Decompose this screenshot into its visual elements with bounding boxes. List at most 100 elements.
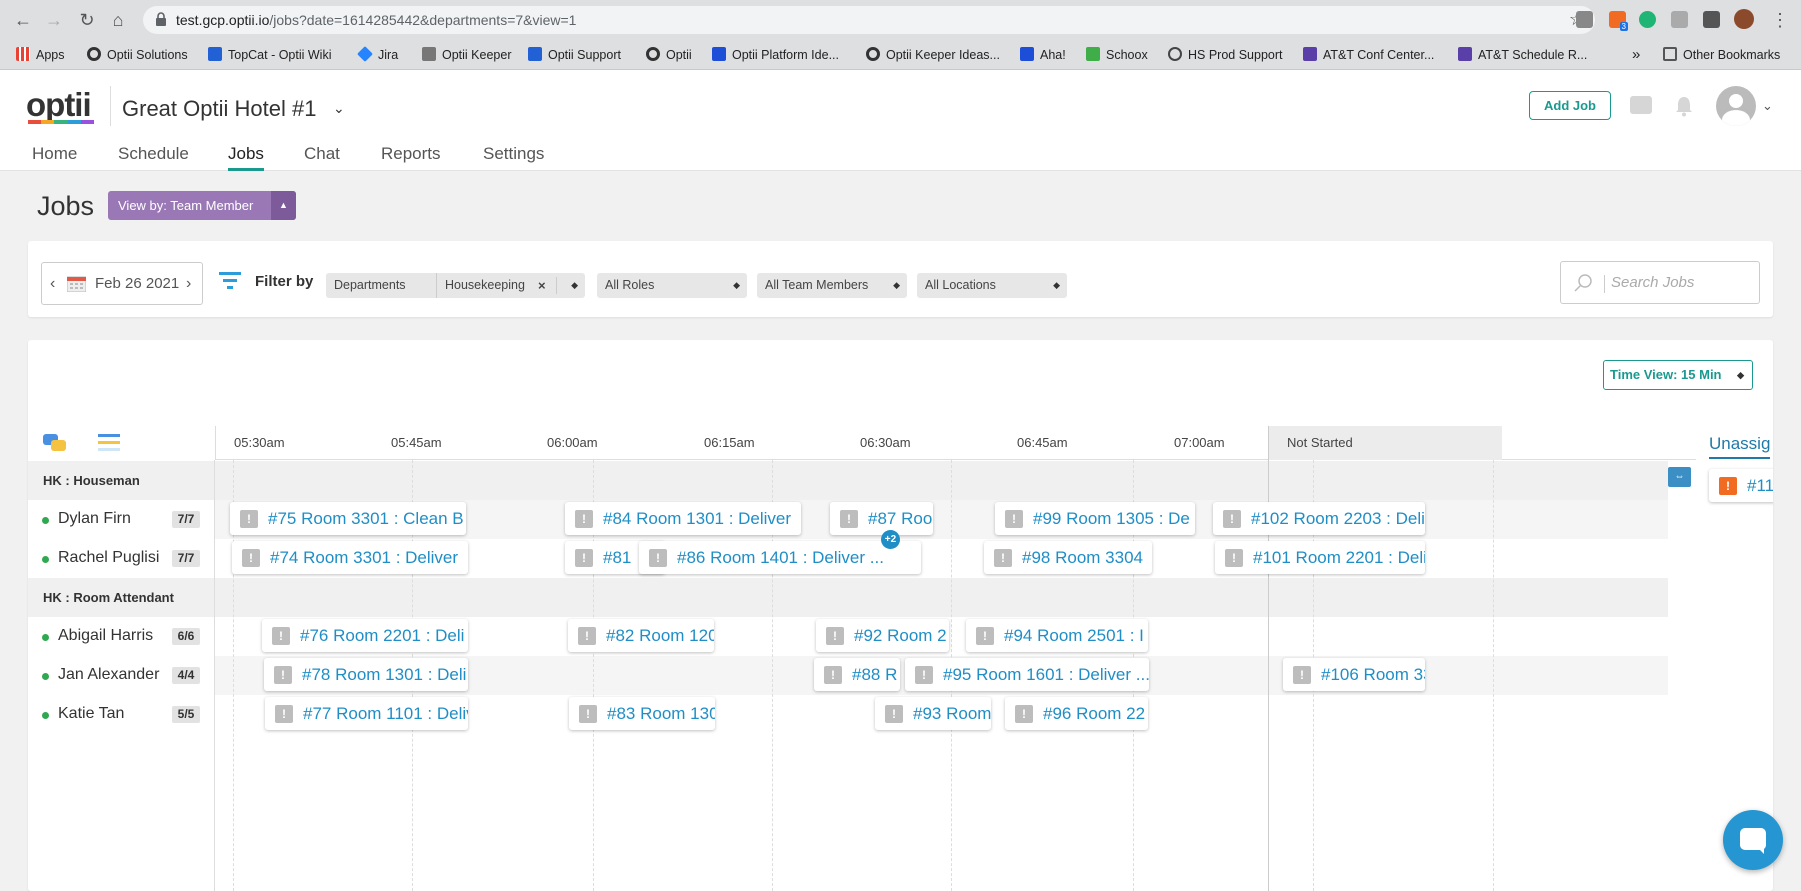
bookmark-jira[interactable]: Jira	[357, 40, 398, 70]
select-caret-icon: ◆	[571, 280, 578, 290]
keeper-icon	[422, 47, 436, 61]
bookmark-optii-keeper[interactable]: Optii Keeper	[422, 40, 511, 70]
member-name[interactable]: Dylan Firn	[58, 510, 131, 528]
job-title: #76 Room 2201 : Deli	[300, 626, 465, 645]
back-icon[interactable]: ←	[11, 8, 35, 32]
departments-select[interactable]: Departments Housekeeping × ◆	[326, 273, 585, 298]
search-input[interactable]	[1611, 262, 1756, 303]
bookmarks-overflow-button[interactable]: »	[1632, 40, 1640, 70]
job-card[interactable]: ! #76 Room 2201 : Deli	[262, 619, 468, 652]
job-card[interactable]: ! #83 Room 130	[569, 697, 715, 730]
filter-icon	[219, 272, 241, 289]
job-card[interactable]: ! #95 Room 1601 : Deliver ...	[905, 658, 1149, 691]
job-card[interactable]: ! #94 Room 2501 : I	[966, 619, 1148, 652]
locations-select[interactable]: All Locations ◆	[917, 273, 1067, 298]
job-card[interactable]: ! #86 Room 1401 : Deliver ...	[639, 541, 921, 574]
tab-jobs[interactable]: Jobs	[228, 144, 264, 171]
chat-icon[interactable]	[1630, 96, 1652, 114]
job-card[interactable]: ! #75 Room 3301 : Clean B	[230, 502, 466, 535]
member-name[interactable]: Katie Tan	[58, 705, 124, 723]
date-picker[interactable]: ‹ Feb 26 2021 ›	[41, 262, 203, 305]
bookmark-apps[interactable]: Apps	[16, 40, 65, 70]
chat-bubbles-icon[interactable]	[43, 434, 67, 452]
job-card[interactable]: ! #106 Room 33	[1283, 658, 1425, 691]
team-members-select[interactable]: All Team Members ◆	[757, 273, 907, 298]
roles-select[interactable]: All Roles ◆	[597, 273, 747, 298]
unassigned-tab[interactable]: Unassig	[1709, 434, 1771, 459]
optii-logo[interactable]: optii	[26, 86, 92, 124]
job-title: #92 Room 2	[854, 626, 947, 645]
puzzle-icon[interactable]	[1703, 11, 1720, 28]
bookmark-schoox[interactable]: Schoox	[1086, 40, 1148, 70]
job-card[interactable]: ! #102 Room 2203 : Deliv	[1213, 502, 1425, 535]
bookmark-att-schedule[interactable]: AT&T Schedule R...	[1458, 40, 1587, 70]
job-count-badge: 4/4	[172, 667, 200, 684]
job-title: #110	[1747, 476, 1773, 495]
member-name[interactable]: Abigail Harris	[58, 627, 153, 645]
avatar[interactable]	[1716, 86, 1756, 126]
hotel-name[interactable]: Great Optii Hotel #1	[122, 96, 316, 122]
job-card[interactable]: ! #74 Room 3301 : Deliver	[232, 541, 468, 574]
aha-icon	[1020, 47, 1034, 61]
tab-settings[interactable]: Settings	[483, 144, 544, 171]
menu-icon[interactable]: ⋮	[1768, 8, 1792, 32]
bookmark-optii[interactable]: Optii	[646, 40, 692, 70]
bookmark-optii-support[interactable]: Optii Support	[528, 40, 621, 70]
time-label: 06:00am	[547, 435, 598, 450]
job-card[interactable]: ! #101 Room 2201 : Deliv	[1215, 541, 1425, 574]
overlap-count-badge[interactable]: +2	[881, 530, 900, 549]
tab-chat[interactable]: Chat	[304, 144, 340, 171]
job-card[interactable]: ! #84 Room 1301 : Deliver	[565, 502, 801, 535]
bookmark-aha[interactable]: Aha!	[1020, 40, 1066, 70]
add-job-button[interactable]: Add Job	[1529, 91, 1611, 120]
reload-icon[interactable]: ↻	[75, 8, 99, 32]
job-card[interactable]: ! #96 Room 22	[1005, 697, 1148, 730]
job-card[interactable]: ! #99 Room 1305 : De	[995, 502, 1195, 535]
extension-icon[interactable]	[1671, 11, 1688, 28]
legend-bars-icon[interactable]	[98, 434, 120, 452]
remove-department-icon[interactable]: ×	[538, 273, 546, 298]
bookmark-optii-solutions[interactable]: Optii Solutions	[87, 40, 188, 70]
tab-schedule[interactable]: Schedule	[118, 144, 189, 171]
bell-icon[interactable]	[1673, 95, 1695, 117]
tab-reports[interactable]: Reports	[381, 144, 441, 171]
bookmark-att-conf-center[interactable]: AT&T Conf Center...	[1303, 40, 1434, 70]
view-by-select[interactable]: View by: Team Member ▲	[108, 191, 296, 220]
departments-label: Departments	[334, 278, 406, 292]
filter-label: Filter by	[255, 273, 314, 290]
job-card[interactable]: ! #82 Room 120	[568, 619, 714, 652]
extension-badge-icon[interactable]: 3	[1609, 11, 1628, 31]
chevron-right-icon[interactable]: ›	[186, 263, 191, 304]
job-title: #102 Room 2203 : Deliv	[1251, 509, 1425, 528]
job-card[interactable]: ! #93 Room	[875, 697, 991, 730]
chevron-down-icon[interactable]: ⌄	[1762, 98, 1773, 114]
bookmark-optii-platform-ideas[interactable]: Optii Platform Ide...	[712, 40, 839, 70]
roles-value: All Roles	[605, 278, 655, 292]
job-card[interactable]: ! #92 Room 2	[816, 619, 949, 652]
chat-launcher-button[interactable]	[1723, 810, 1783, 870]
job-card[interactable]: ! #77 Room 1101 : Deliv	[265, 697, 468, 730]
chevron-down-icon[interactable]: ⌄	[333, 100, 345, 117]
collapse-panel-button[interactable]: ⇔	[1668, 467, 1691, 487]
time-view-select[interactable]: Time View: 15 Min ◆	[1603, 360, 1753, 390]
chevron-left-icon[interactable]: ‹	[50, 263, 55, 304]
unassigned-job-card[interactable]: ! #110	[1709, 469, 1773, 502]
other-bookmarks[interactable]: Other Bookmarks	[1663, 40, 1780, 70]
member-name[interactable]: Rachel Puglisi	[58, 549, 159, 567]
job-card[interactable]: ! #87 Roo	[830, 502, 933, 535]
job-card[interactable]: ! #98 Room 3304	[984, 541, 1152, 574]
optii-icon	[866, 47, 880, 61]
member-name[interactable]: Jan Alexander	[58, 666, 159, 684]
extension-icon[interactable]	[1576, 11, 1593, 28]
job-card[interactable]: ! #78 Room 1301 : Deli	[264, 658, 468, 691]
address-bar[interactable]: test.gcp.optii.io/jobs?date=1614285442&d…	[143, 6, 1595, 34]
bookmark-topcat[interactable]: TopCat - Optii Wiki	[208, 40, 332, 70]
grammarly-icon[interactable]	[1639, 11, 1656, 28]
tab-home[interactable]: Home	[32, 144, 77, 171]
forward-icon[interactable]: →	[42, 8, 66, 32]
job-card[interactable]: ! #88 R	[814, 658, 900, 691]
home-icon[interactable]: ⌂	[106, 8, 130, 32]
bookmark-optii-keeper-ideas[interactable]: Optii Keeper Ideas...	[866, 40, 1000, 70]
profile-avatar-icon[interactable]	[1734, 9, 1754, 29]
bookmark-hs-prod-support[interactable]: HS Prod Support	[1168, 40, 1283, 70]
